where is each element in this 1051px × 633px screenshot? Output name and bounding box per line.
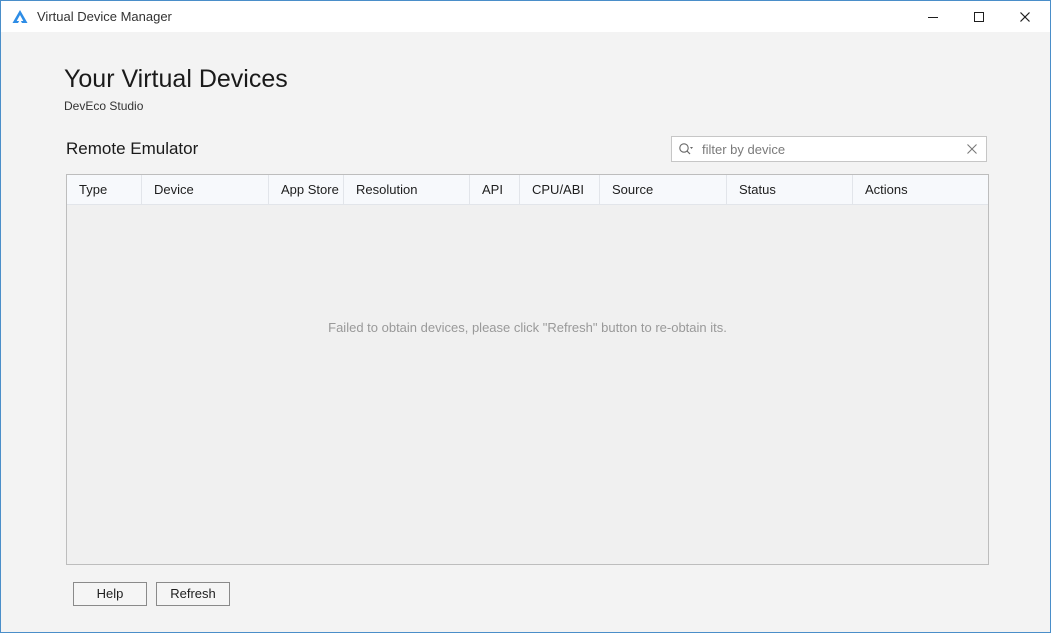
- section-title: Remote Emulator: [66, 139, 199, 158]
- column-header-source[interactable]: Source: [600, 175, 727, 204]
- maximize-icon: [974, 11, 984, 22]
- column-header-actions[interactable]: Actions: [853, 175, 988, 204]
- close-button[interactable]: [1002, 1, 1048, 32]
- title-bar[interactable]: Virtual Device Manager: [1, 1, 1050, 32]
- column-header-resolution[interactable]: Resolution: [344, 175, 470, 204]
- minimize-button[interactable]: [910, 1, 956, 32]
- page-subtitle: DevEco Studio: [64, 99, 144, 113]
- search-icon: [679, 143, 693, 155]
- virtual-device-manager-window: Virtual Device Manager Your Virtual Devi…: [0, 0, 1051, 633]
- column-header-status[interactable]: Status: [727, 175, 853, 204]
- column-header-app-store[interactable]: App Store: [269, 175, 344, 204]
- column-header-api[interactable]: API: [470, 175, 520, 204]
- page-title: Your Virtual Devices: [64, 65, 288, 93]
- column-header-cpu-abi[interactable]: CPU/ABI: [520, 175, 600, 204]
- device-filter-box[interactable]: [671, 136, 987, 162]
- devices-table: Type Device App Store Resolution API CPU…: [66, 174, 989, 565]
- search-input[interactable]: [702, 137, 952, 161]
- refresh-button[interactable]: Refresh: [156, 582, 230, 606]
- column-header-type[interactable]: Type: [67, 175, 142, 204]
- window-title: Virtual Device Manager: [37, 9, 172, 24]
- help-button[interactable]: Help: [73, 582, 147, 606]
- column-header-device[interactable]: Device: [142, 175, 269, 204]
- close-icon: [1020, 11, 1030, 22]
- minimize-icon: [928, 16, 938, 18]
- deveco-logo-icon: [12, 10, 28, 23]
- table-header: Type Device App Store Resolution API CPU…: [67, 175, 988, 205]
- clear-icon[interactable]: [966, 143, 978, 155]
- maximize-button[interactable]: [956, 1, 1002, 32]
- empty-state-message: Failed to obtain devices, please click "…: [328, 320, 727, 335]
